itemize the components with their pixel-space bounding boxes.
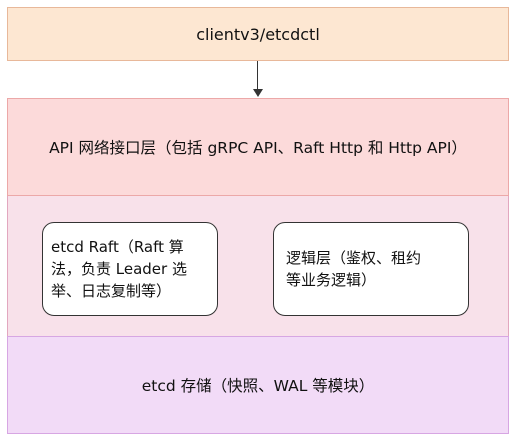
api-layer-box: API 网络接口层（包括 gRPC API、Raft Http 和 Http A… [7,98,509,196]
logic-layer-box: 逻辑层（鉴权、租约 等业务逻辑） [273,222,469,316]
client-box-label: clientv3/etcdctl [196,24,320,44]
arrow-head-icon [253,89,263,97]
logic-box-line: 逻辑层（鉴权、租约 [286,249,422,267]
logic-box-line: 等业务逻辑） [286,271,377,289]
raft-box-line: 法，负责 Leader 选 [51,260,187,278]
storage-layer-box: etcd 存储（快照、WAL 等模块） [7,336,509,434]
storage-layer-label: etcd 存储（快照、WAL 等模块） [141,377,375,395]
core-layer-box: etcd Raft（Raft 算 法，负责 Leader 选 举、日志复制等） … [7,196,509,336]
api-layer-label: API 网络接口层（包括 gRPC API、Raft Http 和 Http A… [49,139,467,157]
raft-box-line: etcd Raft（Raft 算 [51,238,184,256]
client-box: clientv3/etcdctl [7,7,509,61]
arrow-connector [257,61,258,91]
raft-box: etcd Raft（Raft 算 法，负责 Leader 选 举、日志复制等） [42,222,218,316]
raft-box-line: 举、日志复制等） [51,282,172,300]
